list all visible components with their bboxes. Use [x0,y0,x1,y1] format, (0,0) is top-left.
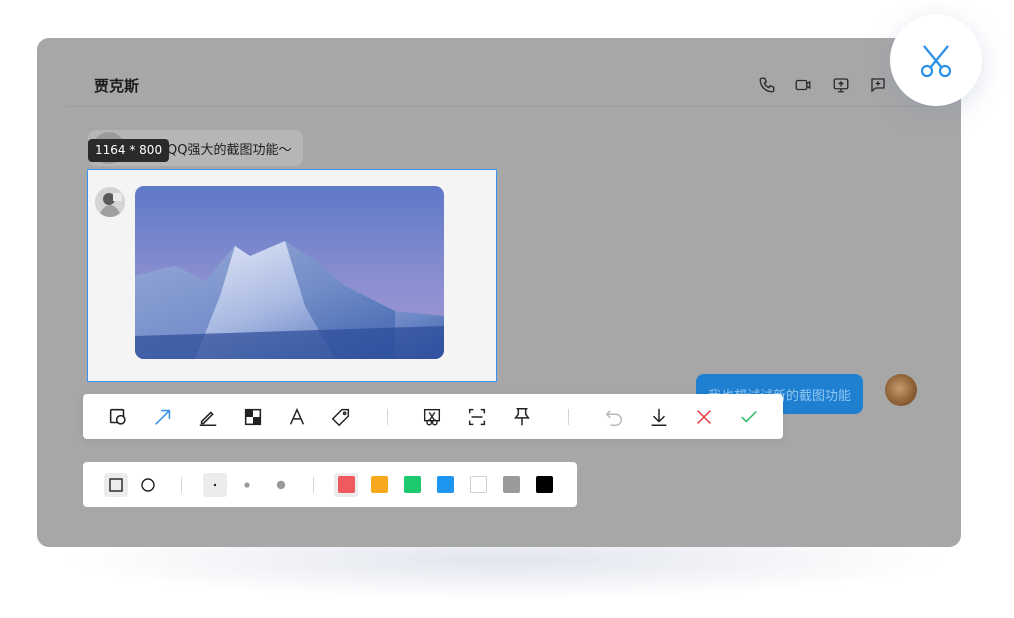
contact-name: 贾克斯 [94,77,140,95]
options-divider [313,477,314,493]
shape-options-toolbar [83,462,577,507]
header-divider [65,106,933,107]
screen-share-icon[interactable] [830,74,852,96]
mosaic-tool-icon[interactable] [240,404,266,430]
options-divider [181,477,182,493]
size-medium-option[interactable] [235,473,259,497]
tag-tool-icon[interactable] [328,404,354,430]
color-swatch-orange[interactable] [371,476,388,493]
video-icon[interactable] [792,74,814,96]
toolbar-divider [568,409,569,425]
shared-mountain-image [135,186,444,359]
confirm-icon[interactable] [736,404,762,430]
rectangle-tool-icon[interactable] [105,404,131,430]
color-swatch-black[interactable] [536,476,553,493]
text-tool-icon[interactable] [284,404,310,430]
undo-icon[interactable] [601,404,627,430]
cancel-icon[interactable] [691,404,717,430]
capture-selection-area[interactable] [87,169,497,382]
square-shape-option[interactable] [104,473,128,497]
pen-tool-icon[interactable] [195,404,221,430]
own-avatar [885,374,917,406]
scissors-icon [920,45,952,78]
selection-size-badge: 1164 * 800 [88,139,170,162]
crop-image-tool-icon[interactable] [419,404,445,430]
add-chat-icon[interactable] [867,74,889,96]
size-small-option[interactable] [203,473,227,497]
color-swatch-white[interactable] [470,476,487,493]
color-swatch-green[interactable] [404,476,421,493]
capture-toolbar [83,394,783,439]
toolbar-divider [387,409,388,425]
color-swatch-gray[interactable] [503,476,520,493]
arrow-tool-icon[interactable] [150,404,176,430]
scroll-capture-tool-icon[interactable] [464,404,490,430]
sender-avatar-photo [95,187,125,217]
phone-icon[interactable] [756,74,778,96]
pin-tool-icon[interactable] [509,404,535,430]
screenshot-button[interactable] [890,14,982,106]
circle-shape-option[interactable] [136,473,160,497]
color-swatch-red[interactable] [338,476,355,493]
download-icon[interactable] [646,404,672,430]
color-swatch-blue[interactable] [437,476,454,493]
size-large-option[interactable] [269,473,293,497]
